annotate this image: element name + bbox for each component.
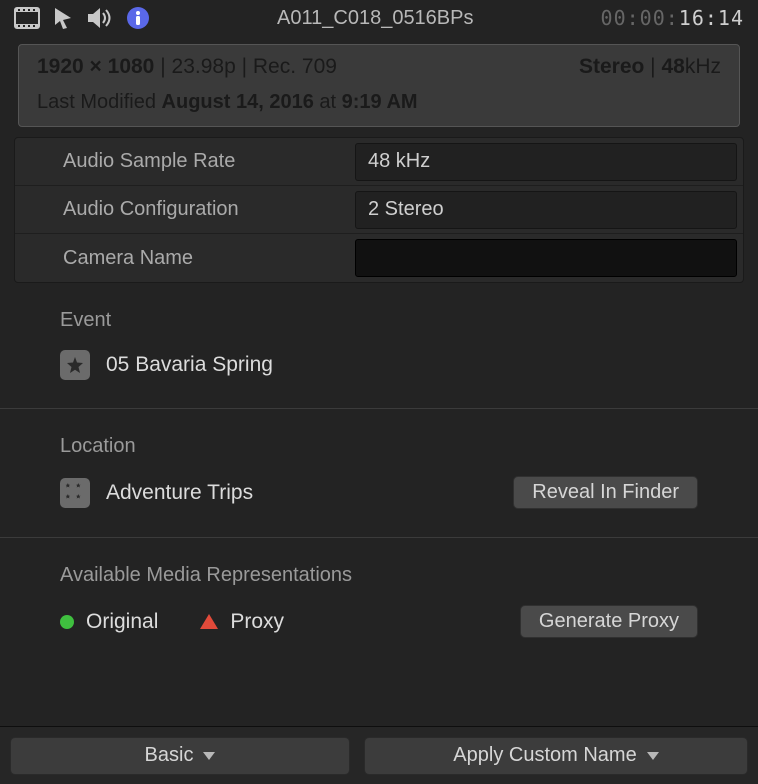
value-audio-sample-rate[interactable]: 48 kHz: [355, 143, 737, 181]
summary-audio-rate: 48: [661, 55, 684, 78]
chevron-down-icon: [647, 752, 659, 760]
input-camera-name[interactable]: [355, 239, 737, 277]
timecode-dim: 00:00:: [601, 6, 679, 30]
status-missing-icon: [200, 614, 218, 629]
cursor-tab-icon[interactable]: [52, 6, 74, 30]
summary-framerate: 23.98p: [172, 55, 236, 78]
timecode-display: 00:00:16:14: [601, 6, 744, 30]
clip-summary: 1920 × 1080 | 23.98p | Rec. 709 Stereo |…: [18, 44, 740, 127]
chevron-down-icon: [203, 752, 215, 760]
prop-row-camera-name: Camera Name: [15, 234, 743, 282]
event-star-icon: [60, 350, 90, 380]
location-name: Adventure Trips: [106, 481, 253, 505]
apply-custom-name-label: Apply Custom Name: [453, 744, 636, 767]
modified-at: at: [319, 91, 336, 113]
generate-proxy-button[interactable]: Generate Proxy: [520, 605, 698, 638]
apply-custom-name-dropdown[interactable]: Apply Custom Name: [364, 737, 748, 775]
value-audio-configuration[interactable]: 2 Stereo: [355, 191, 737, 229]
event-section: Event 05 Bavaria Spring: [0, 283, 758, 409]
label-camera-name: Camera Name: [15, 247, 355, 270]
media-representations-section: Available Media Representations Original…: [0, 538, 758, 678]
properties-panel: Audio Sample Rate 48 kHz Audio Configura…: [14, 137, 744, 283]
event-row: 05 Bavaria Spring: [60, 350, 698, 380]
location-section: Location Adventure Trips Reveal In Finde…: [0, 409, 758, 538]
location-row: Adventure Trips Reveal In Finder: [60, 476, 698, 509]
info-tab-icon[interactable]: [126, 6, 150, 30]
metadata-view-label: Basic: [145, 744, 194, 767]
audio-tab-icon[interactable]: [86, 7, 114, 29]
library-icon: [60, 478, 90, 508]
bottom-toolbar: Basic Apply Custom Name: [0, 726, 758, 784]
summary-modified-row: Last Modified August 14, 2016 at 9:19 AM: [37, 91, 721, 114]
media-original-label: Original: [86, 610, 158, 634]
summary-audio-channels: Stereo: [579, 55, 644, 78]
prop-row-audio-configuration: Audio Configuration 2 Stereo: [15, 186, 743, 234]
clip-title: A011_C018_0516BPs: [164, 7, 587, 30]
modified-date: August 14, 2016: [162, 91, 314, 113]
summary-format-row: 1920 × 1080 | 23.98p | Rec. 709 Stereo |…: [37, 55, 721, 79]
media-proxy-label: Proxy: [230, 610, 284, 634]
summary-colorspace: Rec. 709: [253, 55, 337, 78]
event-name: 05 Bavaria Spring: [106, 353, 273, 377]
video-tab-icon[interactable]: [14, 7, 40, 29]
prop-row-audio-sample-rate: Audio Sample Rate 48 kHz: [15, 138, 743, 186]
label-audio-sample-rate: Audio Sample Rate: [15, 150, 355, 173]
status-available-icon: [60, 615, 74, 629]
modified-prefix: Last Modified: [37, 91, 156, 113]
summary-resolution: 1920 × 1080: [37, 55, 154, 78]
timecode-live: 16:14: [679, 6, 744, 30]
media-section-label: Available Media Representations: [60, 564, 698, 587]
label-audio-configuration: Audio Configuration: [15, 198, 355, 221]
metadata-view-dropdown[interactable]: Basic: [10, 737, 350, 775]
inspector-header: A011_C018_0516BPs 00:00:16:14: [0, 0, 758, 38]
reveal-in-finder-button[interactable]: Reveal In Finder: [513, 476, 698, 509]
summary-audio-unit: kHz: [685, 55, 721, 78]
media-row: Original Proxy Generate Proxy: [60, 605, 698, 638]
inspector-tabs: [14, 6, 150, 30]
location-section-label: Location: [60, 435, 698, 458]
event-section-label: Event: [60, 309, 698, 332]
modified-time: 9:19 AM: [342, 91, 418, 113]
